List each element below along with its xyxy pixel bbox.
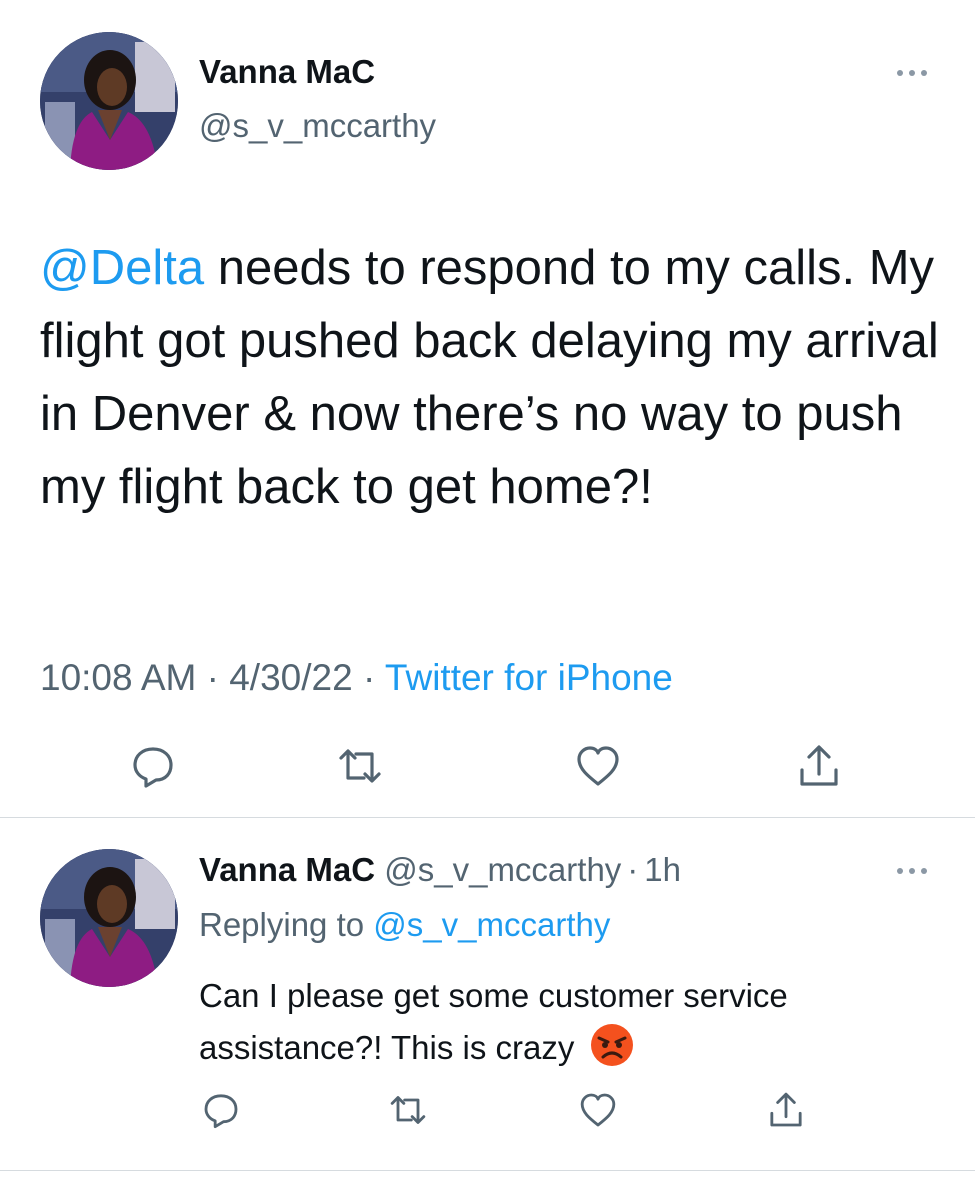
tweet-time: 10:08 AM xyxy=(40,657,197,698)
handle[interactable]: @s_v_mccarthy xyxy=(199,106,436,146)
reply-body: Can I please get some customer service a… xyxy=(199,977,788,1066)
avatar[interactable] xyxy=(40,849,178,987)
more-dots-icon[interactable] xyxy=(892,56,936,86)
reply-header: Vanna MaC @s_v_mccarthy · 1h xyxy=(199,850,681,890)
meta-separator: · xyxy=(627,851,639,888)
tweet-source-link[interactable]: Twitter for iPhone xyxy=(385,657,673,698)
retweet-icon[interactable] xyxy=(336,742,384,790)
tweet-text: @Delta needs to respond to my calls. My … xyxy=(40,232,940,524)
like-icon[interactable] xyxy=(578,1090,618,1130)
tweet-date: 4/30/22 xyxy=(229,657,353,698)
divider xyxy=(0,1170,975,1171)
tweet-meta: 10:08 AM · 4/30/22 · Twitter for iPhone xyxy=(40,656,673,700)
share-icon[interactable] xyxy=(795,742,843,790)
meta-separator: · xyxy=(362,657,376,698)
replying-label: Replying to xyxy=(199,906,365,943)
more-dots-icon[interactable] xyxy=(892,854,936,884)
reply-text: Can I please get some customer service a… xyxy=(199,970,939,1082)
display-name[interactable]: Vanna MaC xyxy=(199,52,375,92)
reply-icon[interactable] xyxy=(201,1090,241,1130)
meta-separator: · xyxy=(206,657,219,698)
retweet-icon[interactable] xyxy=(388,1090,428,1130)
avatar[interactable] xyxy=(40,32,178,170)
handle[interactable]: @s_v_mccarthy xyxy=(384,851,621,888)
avatar-image xyxy=(40,849,178,987)
like-icon[interactable] xyxy=(574,742,622,790)
divider xyxy=(0,817,975,818)
angry-face-emoji xyxy=(590,1023,634,1082)
replying-handle-link[interactable]: @s_v_mccarthy xyxy=(373,906,610,943)
avatar-image xyxy=(40,32,178,170)
share-icon[interactable] xyxy=(766,1090,806,1130)
reply-icon[interactable] xyxy=(129,742,177,790)
display-name[interactable]: Vanna MaC xyxy=(199,851,375,888)
replying-to: Replying to @s_v_mccarthy xyxy=(199,905,610,945)
mention-link[interactable]: @Delta xyxy=(40,241,204,295)
tweet-age: 1h xyxy=(644,851,682,888)
